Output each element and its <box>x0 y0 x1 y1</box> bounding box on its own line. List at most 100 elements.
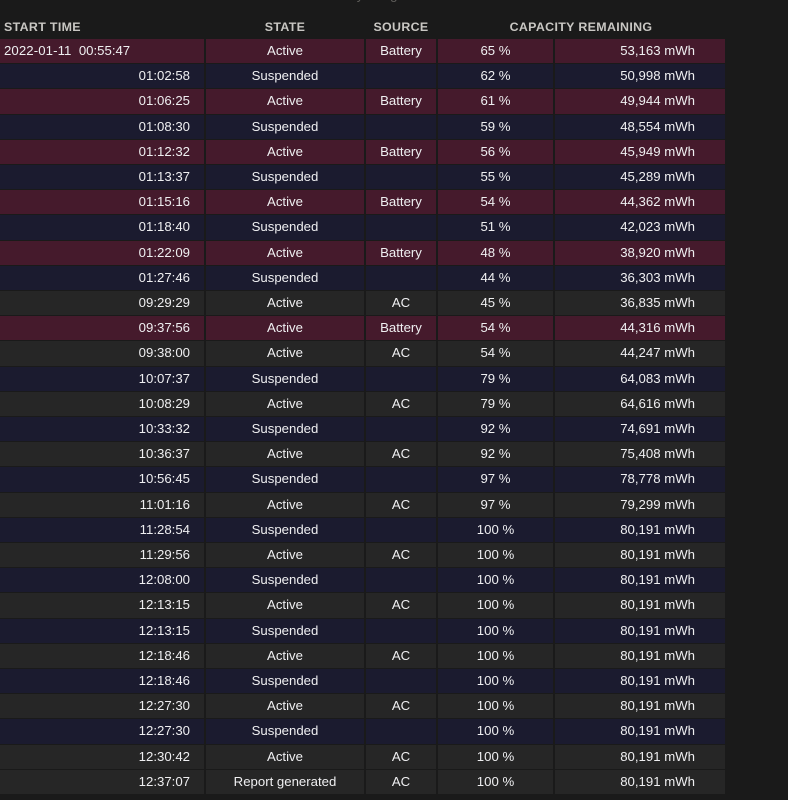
cell-capacity-remaining: 50,998 mWh <box>554 63 725 90</box>
cell-source: Battery <box>365 88 438 115</box>
table-row: 01:15:16 Active Battery 54 % 44,362 mWh <box>0 189 725 216</box>
cell-percent-remaining: 54 % <box>437 315 555 342</box>
cell-percent-remaining: 55 % <box>437 164 555 191</box>
cell-percent-remaining: 100 % <box>437 668 555 695</box>
table-row: 01:13:37 Suspended 55 % 45,289 mWh <box>0 164 725 191</box>
cell-state: Suspended <box>205 265 366 292</box>
table-row: 12:18:46 Active AC 100 % 80,191 mWh <box>0 643 725 670</box>
cell-percent-remaining: 54 % <box>437 340 555 367</box>
cell-source <box>365 164 438 191</box>
cell-capacity-remaining: 44,247 mWh <box>554 340 725 367</box>
cell-capacity-remaining: 44,362 mWh <box>554 189 725 216</box>
cell-percent-remaining: 65 % <box>437 39 555 65</box>
table-row: 12:30:42 Active AC 100 % 80,191 mWh <box>0 744 725 770</box>
cell-start-time: 01:08:30 <box>0 114 206 140</box>
table-row: 11:01:16 Active AC 97 % 79,299 mWh <box>0 492 725 518</box>
cell-source <box>365 618 438 644</box>
cell-capacity-remaining: 45,949 mWh <box>554 139 725 166</box>
cell-start-time: 10:36:37 <box>0 441 206 468</box>
cell-capacity-remaining: 36,303 mWh <box>554 265 725 292</box>
cell-start-time: 12:27:30 <box>0 718 206 745</box>
table-row: 12:18:46 Suspended 100 % 80,191 mWh <box>0 668 725 695</box>
cell-source: AC <box>365 769 438 796</box>
cell-source <box>365 567 438 594</box>
cell-source: AC <box>365 391 438 418</box>
cell-source <box>365 416 438 443</box>
cell-state: Suspended <box>205 618 366 644</box>
cell-state: Active <box>205 290 366 317</box>
cell-source <box>365 718 438 745</box>
cell-source: AC <box>365 340 438 367</box>
cell-percent-remaining: 100 % <box>437 718 555 745</box>
table-row: 10:33:32 Suspended 92 % 74,691 mWh <box>0 416 725 443</box>
cell-start-time: 09:38:00 <box>0 340 206 367</box>
table-row: 12:08:00 Suspended 100 % 80,191 mWh <box>0 567 725 594</box>
cell-capacity-remaining: 74,691 mWh <box>554 416 725 443</box>
clipped-section-heading: Battery usage <box>0 0 725 3</box>
cell-start-time: 01:27:46 <box>0 265 206 292</box>
cell-state: Active <box>205 542 366 569</box>
cell-capacity-remaining: 80,191 mWh <box>554 517 725 544</box>
cell-state: Active <box>205 643 366 670</box>
table-row: 01:12:32 Active Battery 56 % 45,949 mWh <box>0 139 725 166</box>
cell-start-time: 12:30:42 <box>0 744 206 770</box>
cell-start-time: 12:37:07 <box>0 769 206 796</box>
cell-start-time: 2022-01-11 00:55:47 <box>0 39 206 65</box>
table-row: 09:38:00 Active AC 54 % 44,247 mWh <box>0 340 725 367</box>
cell-start-time: 12:13:15 <box>0 592 206 619</box>
cell-source <box>365 265 438 292</box>
cell-start-time: 01:06:25 <box>0 88 206 115</box>
cell-percent-remaining: 54 % <box>437 189 555 216</box>
cell-source: Battery <box>365 240 438 266</box>
cell-source: Battery <box>365 139 438 166</box>
cell-capacity-remaining: 80,191 mWh <box>554 643 725 670</box>
cell-percent-remaining: 100 % <box>437 618 555 644</box>
table-row: 09:29:29 Active AC 45 % 36,835 mWh <box>0 290 725 317</box>
table-row: 2022-01-11 00:55:47 Active Battery 65 % 53,1… <box>0 39 725 65</box>
cell-percent-remaining: 92 % <box>437 416 555 443</box>
cell-capacity-remaining: 80,191 mWh <box>554 693 725 720</box>
table-row: 01:02:58 Suspended 62 % 50,998 mWh <box>0 63 725 90</box>
cell-capacity-remaining: 53,163 mWh <box>554 39 725 65</box>
cell-percent-remaining: 79 % <box>437 366 555 392</box>
cell-start-time: 01:18:40 <box>0 214 206 241</box>
cell-start-time: 11:28:54 <box>0 517 206 544</box>
cell-start-time: 09:37:56 <box>0 315 206 342</box>
cell-percent-remaining: 45 % <box>437 290 555 317</box>
cell-percent-remaining: 51 % <box>437 214 555 241</box>
cell-capacity-remaining: 80,191 mWh <box>554 542 725 569</box>
table-row: 12:13:15 Suspended 100 % 80,191 mWh <box>0 618 725 644</box>
cell-start-time: 01:02:58 <box>0 63 206 90</box>
cell-start-time: 10:07:37 <box>0 366 206 392</box>
cell-percent-remaining: 100 % <box>437 769 555 796</box>
cell-start-time: 12:27:30 <box>0 693 206 720</box>
table-row: 01:18:40 Suspended 51 % 42,023 mWh <box>0 214 725 241</box>
cell-capacity-remaining: 64,616 mWh <box>554 391 725 418</box>
cell-state: Active <box>205 693 366 720</box>
column-header-start-time: START TIME <box>0 18 205 39</box>
cell-state: Active <box>205 744 366 770</box>
cell-percent-remaining: 100 % <box>437 744 555 770</box>
cell-percent-remaining: 48 % <box>437 240 555 266</box>
cell-source: AC <box>365 744 438 770</box>
cell-state: Active <box>205 492 366 518</box>
cell-capacity-remaining: 36,835 mWh <box>554 290 725 317</box>
cell-percent-remaining: 79 % <box>437 391 555 418</box>
cell-capacity-remaining: 45,289 mWh <box>554 164 725 191</box>
cell-capacity-remaining: 80,191 mWh <box>554 618 725 644</box>
cell-source <box>365 366 438 392</box>
cell-state: Active <box>205 88 366 115</box>
cell-capacity-remaining: 79,299 mWh <box>554 492 725 518</box>
cell-state: Suspended <box>205 164 366 191</box>
cell-state: Suspended <box>205 366 366 392</box>
cell-source: Battery <box>365 315 438 342</box>
table-row: 10:07:37 Suspended 79 % 64,083 mWh <box>0 366 725 392</box>
table-row: 12:27:30 Suspended 100 % 80,191 mWh <box>0 718 725 745</box>
cell-state: Suspended <box>205 567 366 594</box>
cell-percent-remaining: 97 % <box>437 466 555 493</box>
table-header: START TIME STATE SOURCE CAPACITY REMAINI… <box>0 18 725 39</box>
cell-state: Suspended <box>205 416 366 443</box>
table-row: 11:28:54 Suspended 100 % 80,191 mWh <box>0 517 725 544</box>
column-header-source: SOURCE <box>365 18 437 39</box>
cell-percent-remaining: 100 % <box>437 592 555 619</box>
